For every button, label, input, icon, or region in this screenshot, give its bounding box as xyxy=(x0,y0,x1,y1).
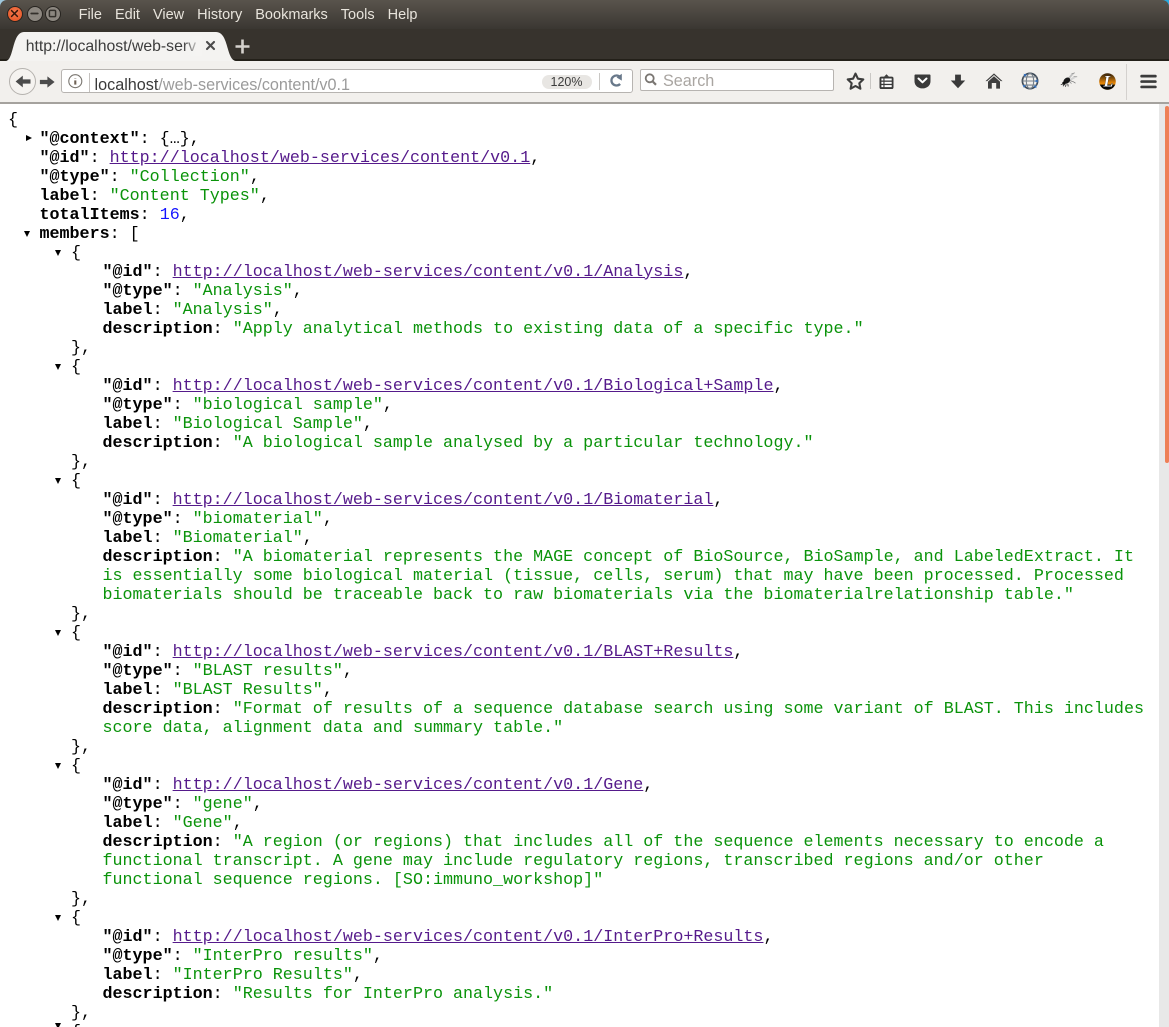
svg-text:L: L xyxy=(1102,73,1113,89)
